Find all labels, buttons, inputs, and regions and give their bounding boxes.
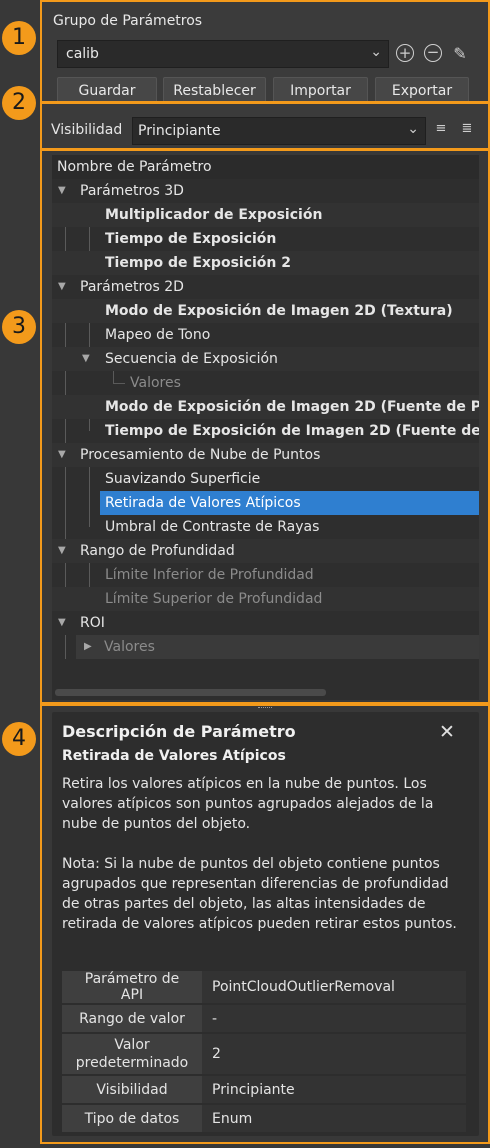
callout-badge-2: 2 [2, 86, 36, 120]
callout-frame-3 [40, 149, 490, 704]
callout-badge-1: 1 [2, 21, 36, 55]
callout-frame-1 [40, 0, 490, 103]
callout-frame-2 [40, 102, 490, 150]
callout-frame-4 [40, 704, 490, 1144]
callout-badge-3: 3 [2, 310, 36, 344]
callout-badge-4: 4 [2, 722, 36, 756]
